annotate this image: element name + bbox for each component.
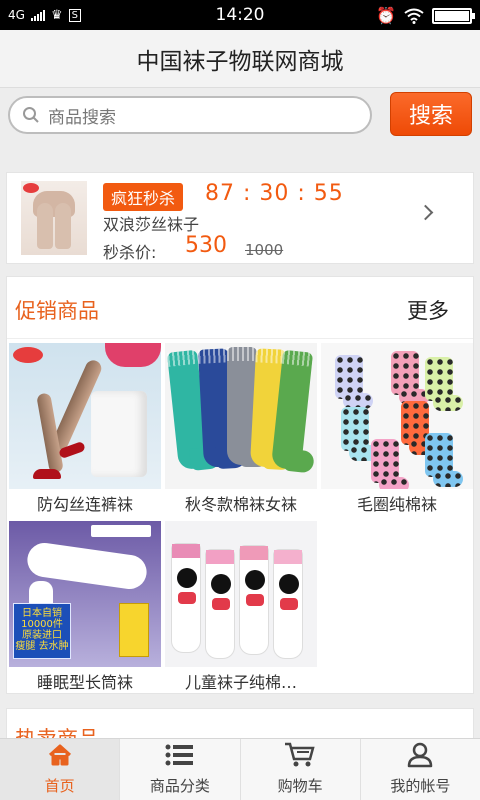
product-badge: 日本自销 10000件 原装进口 瘦腿 去水肿 xyxy=(13,603,71,659)
status-right: ⏰ xyxy=(376,6,475,25)
nav-categories[interactable]: 商品分类 xyxy=(120,739,241,800)
search-input[interactable]: 商品搜索 xyxy=(8,96,372,134)
product-card[interactable]: 防勾丝连裤袜 xyxy=(9,343,161,521)
page-title: 中国袜子物联网商城 xyxy=(136,48,344,75)
product-card[interactable]: 秋冬款棉袜女袜 xyxy=(165,343,317,521)
product-image xyxy=(165,521,317,667)
wifi-icon xyxy=(404,8,424,24)
product-label: 毛圈纯棉袜 xyxy=(356,495,437,514)
product-card[interactable]: 儿童袜子纯棉… xyxy=(165,521,317,699)
list-icon xyxy=(165,741,195,769)
flash-price: 530 xyxy=(185,233,227,258)
home-icon xyxy=(47,741,73,769)
product-card[interactable]: 日本自销 10000件 原装进口 瘦腿 去水肿 睡眠型长筒袜 xyxy=(9,521,161,699)
search-row: 商品搜索 搜索 xyxy=(0,88,480,146)
product-image: 日本自销 10000件 原装进口 瘦腿 去水肿 xyxy=(9,521,161,667)
more-link[interactable]: 更多 xyxy=(407,295,449,325)
promo-title: 促销商品 xyxy=(15,299,99,323)
flash-sale-product-name: 双浪莎丝袜子 xyxy=(103,215,200,234)
cart-icon xyxy=(284,741,316,769)
flash-price-label: 秒杀价: xyxy=(103,243,157,262)
product-label: 防勾丝连裤袜 xyxy=(36,495,133,514)
flash-sale-badge: 疯狂秒杀 xyxy=(103,183,184,211)
countdown-timer: 87 : 30 : 55 xyxy=(205,181,344,206)
product-image xyxy=(321,343,473,489)
nav-cart[interactable]: 购物车 xyxy=(241,739,361,800)
flash-sale-product-image xyxy=(21,181,87,255)
battery-icon xyxy=(432,7,475,24)
status-bar: 4G ♛ S 14:20 ⏰ xyxy=(0,0,480,30)
flash-sale-card[interactable]: 疯狂秒杀 87 : 30 : 55 双浪莎丝袜子 秒杀价: 530 1000 xyxy=(6,172,474,264)
search-placeholder: 商品搜索 xyxy=(48,107,116,128)
alarm-icon: ⏰ xyxy=(376,6,396,25)
product-label: 儿童袜子纯棉… xyxy=(184,673,297,692)
bottom-nav: 首页 商品分类 购物车 我的帐号 xyxy=(0,738,480,800)
search-icon xyxy=(22,106,40,124)
product-card[interactable]: 毛圈纯棉袜 xyxy=(321,343,473,521)
user-icon xyxy=(407,741,433,769)
original-price: 1000 xyxy=(245,241,284,259)
product-label: 秋冬款棉袜女袜 xyxy=(184,495,297,514)
promo-section: 促销商品 更多 防勾丝连裤袜 秋冬款棉袜女袜 毛圈纯棉袜 日本自销 10000件… xyxy=(6,276,474,694)
nav-account[interactable]: 我的帐号 xyxy=(361,739,480,800)
title-bar: 中国袜子物联网商城 xyxy=(0,30,480,88)
chevron-right-icon xyxy=(417,204,434,221)
search-button[interactable]: 搜索 xyxy=(390,92,472,136)
product-label: 睡眠型长筒袜 xyxy=(36,673,133,692)
product-image xyxy=(9,343,161,489)
product-image xyxy=(165,343,317,489)
nav-home[interactable]: 首页 xyxy=(0,739,121,800)
promo-header: 促销商品 更多 xyxy=(7,277,473,339)
